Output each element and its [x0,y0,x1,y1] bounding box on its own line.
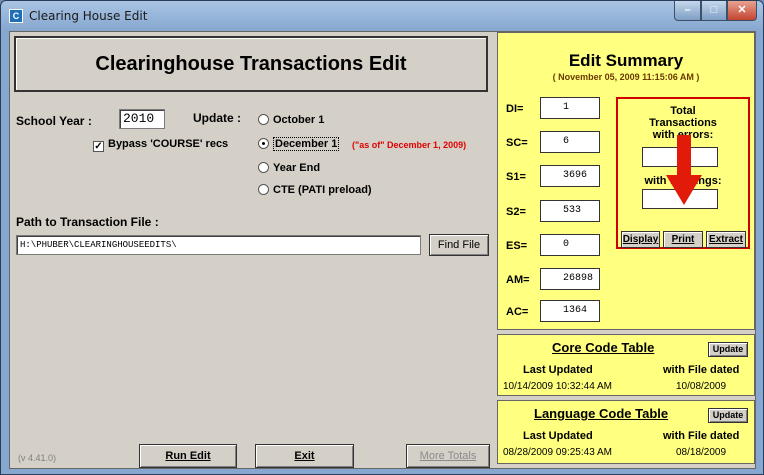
error-totals-box: Total Transactions with errors: 3 with w… [616,97,750,249]
extract-button[interactable]: Extract [706,231,746,248]
s2-label: S2= [506,206,526,218]
am-value: 26898 [540,268,600,290]
summary-date: ( November 05, 2009 11:15:06 AM ) [552,72,700,82]
language-last-updated-label: Last Updated [523,430,593,442]
core-code-update-button[interactable]: Update [708,342,748,357]
language-code-update-button[interactable]: Update [708,408,748,423]
radio-dot [258,114,269,125]
window-title: Clearing House Edit [29,9,148,23]
radio-dot-selected [258,138,269,149]
radio-october-1[interactable]: October 1 [258,114,324,126]
find-file-button[interactable]: Find File [429,234,489,256]
maximize-button[interactable]: □ [701,1,727,21]
print-button[interactable]: Print [663,231,703,248]
run-edit-button[interactable]: Run Edit [139,444,237,468]
close-button[interactable]: ✕ [727,1,757,21]
language-code-title: Language Code Table [534,406,669,421]
radio-year-end[interactable]: Year End [258,162,320,174]
core-last-updated-label: Last Updated [523,364,593,376]
language-file-dated-label: with File dated [663,430,740,442]
client-area: Clearinghouse Transactions Edit School Y… [9,31,756,469]
app-icon: C [9,9,23,23]
language-last-updated-value: 08/28/2009 09:25:43 AM [503,447,612,458]
exit-button[interactable]: Exit [255,444,354,468]
radio-december-1[interactable]: December 1 [258,137,340,151]
core-code-panel: Core Code Table Update Last Updated with… [497,334,755,396]
di-value: 1 [540,97,600,119]
errors-title-1: Total [670,105,696,117]
ac-value: 1364 [540,300,600,322]
language-code-panel: Language Code Table Update Last Updated … [497,400,755,464]
s1-value: 3696 [540,165,600,187]
radio-cte-pati[interactable]: CTE (PATI preload) [258,184,372,196]
path-label: Path to Transaction File : [16,215,159,229]
s2-value: 533 [540,200,600,222]
path-input[interactable]: H:\PHUBER\CLEARINGHOUSEEDITS\ [16,235,421,255]
heading-box: Clearinghouse Transactions Edit [14,36,488,92]
radio-dot [258,184,269,195]
edit-summary-panel: Edit Summary ( November 05, 2009 11:15:0… [497,32,755,330]
update-label: Update : [193,111,241,125]
sc-value: 6 [540,131,600,153]
core-file-dated-label: with File dated [663,364,740,376]
page-title: Clearinghouse Transactions Edit [95,53,407,75]
core-code-title: Core Code Table [552,340,655,355]
radio-dot [258,162,269,173]
minimize-button[interactable]: – [674,1,701,21]
sc-label: SC= [506,137,528,149]
language-file-dated-value: 08/18/2009 [676,447,727,458]
di-label: DI= [506,103,524,115]
as-of-note: ("as of" December 1, 2009) [352,140,467,150]
check-mark-icon: ✓ [93,141,104,152]
version-label: (v 4.41.0) [18,453,57,463]
summary-title: Edit Summary [568,51,684,70]
errors-title-2: Transactions [649,117,717,129]
s1-label: S1= [506,171,526,183]
display-button[interactable]: Display [621,231,660,248]
core-last-updated-value: 10/14/2009 10:32:44 AM [503,381,612,392]
core-file-dated-value: 10/08/2009 [676,381,727,392]
app-window: C Clearing House Edit – □ ✕ Clearinghous… [0,0,764,475]
bypass-course-checkbox[interactable]: ✓ Bypass 'COURSE' recs [93,138,228,152]
down-arrow-icon [666,135,702,205]
more-totals-button[interactable]: More Totals [406,444,490,468]
es-label: ES= [506,240,528,252]
am-label: AM= [506,274,530,286]
es-value: 0 [540,234,600,256]
school-year-label: School Year : [16,114,92,128]
ac-label: AC= [506,306,529,318]
title-bar[interactable]: C Clearing House Edit – □ ✕ [1,1,763,31]
school-year-input[interactable]: 2010 [119,109,165,129]
